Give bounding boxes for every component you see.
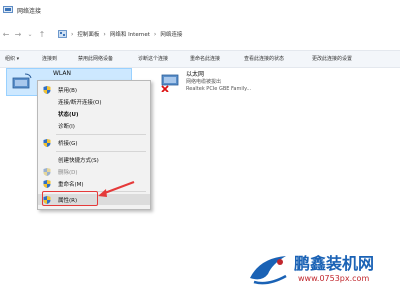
back-arrow-icon[interactable]: ← bbox=[0, 30, 12, 39]
highlight-box bbox=[42, 191, 98, 206]
breadcrumb-separator: › bbox=[153, 30, 157, 38]
breadcrumb-network-connections[interactable]: 网络连接 bbox=[160, 30, 182, 38]
menu-item-label: 禁用(B) bbox=[58, 87, 78, 94]
watermark-brand-name: 鹏鑫装机网 bbox=[294, 254, 375, 273]
menu-item-diagnose[interactable]: 诊断(I) bbox=[38, 120, 150, 131]
up-arrow-icon[interactable]: ↑ bbox=[36, 30, 48, 39]
adapter-status: 网络电缆被拔出 bbox=[186, 79, 222, 85]
menu-item-bridge[interactable]: 桥接(G) bbox=[38, 137, 150, 148]
menu-item-label: 连接/断开连接(O) bbox=[58, 99, 102, 106]
menu-item-connect-disconnect[interactable]: 连接/断开连接(O) bbox=[38, 96, 150, 107]
control-panel-icon bbox=[58, 30, 67, 38]
title-bar: 网络连接 bbox=[0, 0, 400, 20]
adapter-name: 以太网 bbox=[186, 71, 205, 78]
menu-item-label: 诊断(I) bbox=[58, 123, 75, 130]
ethernet-adapter-icon bbox=[161, 74, 179, 92]
menu-item-label: 重命名(M) bbox=[58, 181, 84, 188]
menu-item-status[interactable]: 状态(U) bbox=[38, 108, 150, 119]
forward-arrow-icon[interactable]: → bbox=[12, 30, 24, 39]
shield-icon bbox=[43, 85, 51, 94]
menu-item-label: 桥接(G) bbox=[58, 140, 78, 147]
rename-connection-button[interactable]: 重命名此连接 bbox=[190, 55, 220, 62]
view-status-button[interactable]: 查看此连接的状态 bbox=[244, 55, 284, 62]
menu-item-disable[interactable]: 禁用(B) bbox=[38, 84, 150, 95]
network-connections-icon bbox=[3, 6, 13, 13]
menu-item-label: 删除(D) bbox=[58, 169, 78, 176]
disable-device-button[interactable]: 禁用此网络设备 bbox=[78, 55, 113, 62]
address-bar[interactable]: ← → ⌄ ↑ › 控制面板 › 网络和 Internet › 网络连接 bbox=[0, 26, 400, 42]
menu-item-create-shortcut[interactable]: 创建快捷方式(S) bbox=[38, 154, 150, 165]
menu-separator bbox=[56, 151, 146, 152]
shield-icon bbox=[43, 167, 51, 176]
breadcrumb-separator: › bbox=[103, 30, 106, 38]
diagnose-connection-button[interactable]: 诊断这个连接 bbox=[138, 55, 168, 62]
shield-icon bbox=[43, 179, 51, 188]
shield-icon bbox=[43, 138, 51, 147]
menu-item-label: 创建快捷方式(S) bbox=[58, 157, 99, 164]
organize-menu-button[interactable]: 组织 ▾ bbox=[5, 55, 19, 62]
recent-locations-chevron-icon[interactable]: ⌄ bbox=[24, 31, 36, 38]
breadcrumb-separator: › bbox=[71, 30, 74, 38]
connect-to-button[interactable]: 连接到 bbox=[42, 55, 57, 62]
watermark-logo-icon bbox=[250, 256, 287, 285]
menu-separator bbox=[56, 134, 146, 135]
command-toolbar: 组织 ▾ 连接到 禁用此网络设备 诊断这个连接 重命名此连接 查看此连接的状态 … bbox=[0, 50, 400, 68]
change-settings-button[interactable]: 更改此连接的设置 bbox=[312, 55, 352, 62]
window-title: 网络连接 bbox=[17, 7, 42, 15]
menu-item-delete[interactable]: 删除(D) bbox=[38, 166, 150, 177]
wlan-adapter-icon bbox=[12, 73, 32, 89]
adapter-device: Realtek PCIe GBE Family... bbox=[186, 86, 252, 92]
annotation-arrow-icon bbox=[98, 180, 135, 197]
watermark-url: www.0753px.com bbox=[298, 274, 370, 283]
watermark: 鹏鑫装机网 www.0753px.com bbox=[240, 246, 400, 292]
adapter-name: WLAN bbox=[53, 70, 72, 77]
menu-item-label: 状态(U) bbox=[58, 111, 79, 118]
breadcrumb-control-panel[interactable]: 控制面板 bbox=[77, 30, 99, 38]
adapter-ethernet[interactable]: 以太网 网络电缆被拔出 Realtek PCIe GBE Family... bbox=[160, 68, 280, 100]
breadcrumb-network-internet[interactable]: 网络和 Internet bbox=[110, 30, 150, 38]
